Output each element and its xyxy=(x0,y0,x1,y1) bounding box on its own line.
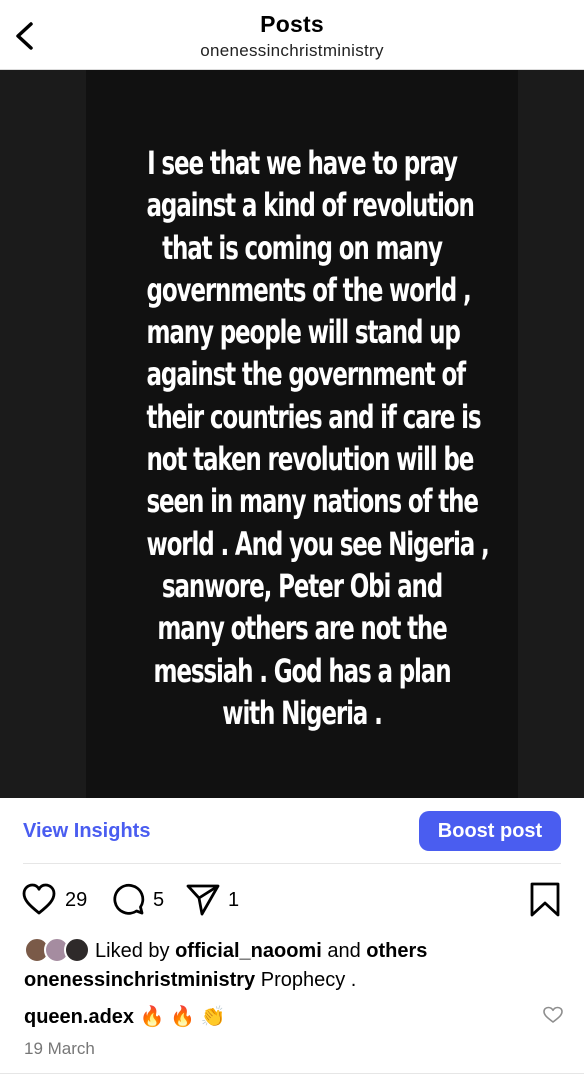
image-text-line: against the government of xyxy=(146,355,466,394)
save-button[interactable] xyxy=(528,880,562,920)
post-actions: 29 5 1 xyxy=(0,880,584,920)
view-insights-link[interactable]: View Insights xyxy=(23,820,150,843)
image-text-line: sanwore, Peter Obi and xyxy=(161,566,443,605)
account-username[interactable]: onenessinchristministry xyxy=(0,41,584,61)
liked-by-prefix: Liked by xyxy=(95,940,170,962)
image-text-line: governments of the world , xyxy=(146,270,471,309)
image-text-line: not taken revolution will be xyxy=(146,440,474,479)
small-heart-icon xyxy=(543,1006,563,1023)
image-text-line: many people will stand up xyxy=(146,313,460,352)
comment-button[interactable] xyxy=(110,880,146,920)
post-image-content: I see that we have to pray against a kin… xyxy=(86,70,518,798)
paper-plane-icon xyxy=(186,884,220,916)
image-text-line: their countries and if care is xyxy=(146,397,481,436)
divider xyxy=(0,1073,584,1074)
image-text-line: with Nigeria . xyxy=(222,693,383,732)
image-text-line: many others are not the xyxy=(157,609,447,648)
image-text-line: messiah . God has a plan xyxy=(153,651,452,690)
comment-item: queen.adex 🔥 🔥 👏 xyxy=(24,1004,225,1029)
comment-like-button[interactable] xyxy=(542,1005,564,1025)
like-button[interactable] xyxy=(21,880,57,920)
caption-text: Prophecy . xyxy=(260,969,357,991)
image-text-line: against a kind of revolution xyxy=(146,186,474,225)
heart-icon xyxy=(22,883,56,915)
post-date: 19 March xyxy=(24,1039,95,1058)
comment-text: 🔥 🔥 👏 xyxy=(139,1006,226,1028)
shares-count[interactable]: 1 xyxy=(228,889,239,912)
liked-by-text: Liked by official_naoomi and others xyxy=(95,940,427,963)
boost-post-button[interactable]: Boost post xyxy=(419,811,561,851)
image-text-line: I see that we have to pray xyxy=(147,144,458,182)
comment-bubble-icon xyxy=(113,883,145,915)
liked-by[interactable]: Liked by official_naoomi and others xyxy=(24,936,564,964)
post-image-text: I see that we have to pray against a kin… xyxy=(86,142,518,734)
comment-username[interactable]: queen.adex xyxy=(24,1006,134,1028)
image-text-line: seen in many nations of the xyxy=(146,482,479,521)
likes-count[interactable]: 29 xyxy=(65,889,87,912)
post-image[interactable]: I see that we have to pray against a kin… xyxy=(0,70,584,798)
insights-row: View Insights Boost post xyxy=(0,798,584,864)
post-caption: onenessinchristministry Prophecy . xyxy=(24,969,356,992)
divider xyxy=(23,863,561,864)
liked-by-others[interactable]: others xyxy=(366,940,427,962)
avatar xyxy=(64,937,90,963)
image-text-line: world . And you see Nigeria , xyxy=(146,524,489,563)
image-text-line: that is coming on many xyxy=(162,228,443,267)
page-title: Posts xyxy=(260,11,324,37)
liked-by-conjunction: and xyxy=(327,940,361,962)
top-bar: Posts onenessinchristministry xyxy=(0,0,584,70)
bookmark-icon xyxy=(530,882,560,917)
liker-avatars xyxy=(24,937,92,963)
liked-by-user[interactable]: official_naoomi xyxy=(175,940,322,962)
share-button[interactable] xyxy=(185,880,221,920)
comments-count[interactable]: 5 xyxy=(153,889,164,912)
caption-username[interactable]: onenessinchristministry xyxy=(24,969,255,991)
